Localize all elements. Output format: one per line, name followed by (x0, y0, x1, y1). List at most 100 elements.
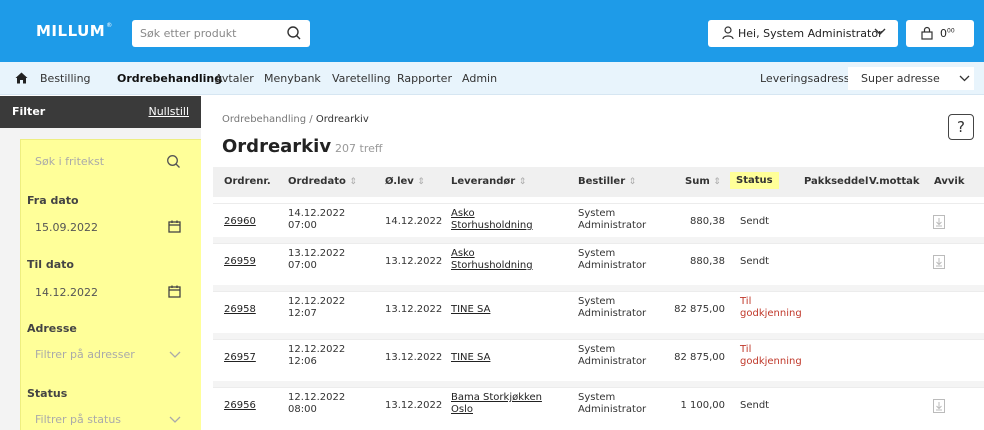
nav-item-ordrebehandling[interactable]: Ordrebehandling (117, 72, 222, 85)
supplier-link-line2[interactable]: Oslo (451, 404, 473, 416)
supplier-link[interactable]: TINE SA (451, 352, 490, 364)
order-status-line2: godkjenning (740, 356, 802, 367)
help-button[interactable]: ? (948, 114, 974, 140)
status-filter-label: Status (27, 387, 68, 400)
user-menu-button[interactable]: Hei, System Administrator (708, 20, 898, 47)
col-received: V.mottak (869, 176, 920, 187)
delivery-address-value: Super adresse (861, 72, 940, 85)
nav-item-admin[interactable]: Admin (462, 72, 497, 85)
deviation-document-icon[interactable] (933, 255, 945, 269)
supplier-link[interactable]: TINE SA (451, 304, 490, 316)
calendar-icon[interactable] (168, 285, 181, 298)
search-icon[interactable] (166, 154, 181, 169)
orderer-name: System (578, 296, 616, 307)
delivery-address-label: Leveringsadresse (760, 72, 857, 85)
table-row[interactable]: 26956 12.12.2022 08:00 13.12.2022 Bama Stork… (213, 387, 984, 423)
calendar-icon[interactable] (168, 220, 181, 233)
order-status-line2: godkjenning (740, 308, 802, 319)
freetext-search-input[interactable]: Søk i fritekst (27, 148, 189, 174)
product-search-input[interactable]: Søk etter produkt (132, 20, 310, 47)
filter-header: Filter Nullstill (0, 96, 201, 128)
orderer-name-line2: Administrator (578, 356, 647, 367)
page-title: Ordrearkiv 207 treff (222, 136, 383, 157)
result-count: 207 treff (335, 142, 383, 155)
deviation-document-icon[interactable] (933, 399, 945, 413)
table-header: Ordrenr. Ordredato ⇕ Ø.lev ⇕ Leverandør … (213, 167, 984, 197)
nav-item-avtaler[interactable]: Avtaler (215, 72, 254, 85)
chevron-down-icon (874, 28, 886, 35)
orderer-name-line2: Administrator (578, 404, 647, 415)
col-supplier[interactable]: Leverandør ⇕ (451, 176, 526, 187)
col-orderdate[interactable]: Ordredato ⇕ (288, 176, 357, 187)
order-status: Sendt (740, 256, 770, 267)
order-number-link[interactable]: 26956 (224, 400, 256, 412)
orderer-name: System (578, 208, 616, 219)
breadcrumb-separator: / (306, 114, 316, 125)
order-time: 08:00 (288, 404, 317, 415)
table-row[interactable]: 26958 12.12.2022 12:07 13.12.2022 TINE SA Sys… (213, 291, 984, 327)
table-row[interactable]: 26959 13.12.2022 07:00 13.12.2022 Asko Storhu… (213, 243, 984, 279)
orderer-name-line2: Administrator (578, 308, 647, 319)
nav-item-bestilling[interactable]: Bestilling (40, 72, 91, 85)
order-sum: 880,38 (690, 256, 725, 267)
status-filter-select[interactable]: Filtrer på status (27, 406, 189, 430)
order-status: Sendt (740, 216, 770, 227)
supplier-link[interactable]: Bama Storkjøkken (451, 392, 542, 404)
search-icon[interactable] (286, 25, 302, 41)
user-greeting: Hei, System Administrator (738, 27, 883, 40)
order-sum: 82 875,00 (674, 304, 725, 315)
delivery-date: 13.12.2022 (385, 304, 443, 315)
supplier-link-line2[interactable]: Storhusholdning (451, 220, 533, 232)
col-status[interactable]: Status (730, 172, 779, 189)
from-date-value: 15.09.2022 (35, 221, 98, 234)
order-number-link[interactable]: 26960 (224, 216, 256, 228)
logo[interactable]: MILLUM® (36, 22, 113, 40)
user-icon (722, 26, 734, 40)
order-number-link[interactable]: 26959 (224, 256, 256, 268)
col-deviation: Avvik (934, 176, 965, 187)
order-time: 07:00 (288, 220, 317, 231)
order-number-link[interactable]: 26958 (224, 304, 256, 316)
orderer-name: System (578, 344, 616, 355)
table-row[interactable]: 26960 14.12.2022 07:00 14.12.2022 Asko Storhu… (213, 203, 984, 239)
reset-filter-link[interactable]: Nullstill (148, 105, 189, 118)
supplier-link-line2[interactable]: Storhusholdning (451, 260, 533, 272)
address-filter-select[interactable]: Filtrer på adresser (27, 341, 189, 367)
address-filter-placeholder: Filtrer på adresser (35, 348, 135, 361)
order-status: Sendt (740, 400, 770, 411)
order-status: Til (740, 344, 752, 355)
order-status: Til (740, 296, 752, 307)
to-date-input[interactable]: 14.12.2022 (27, 279, 189, 305)
top-bar: MILLUM® Søk etter produkt Hei, System Ad… (0, 0, 984, 62)
breadcrumb-parent[interactable]: Ordrebehandling (222, 114, 306, 125)
to-date-label: Til dato (27, 258, 74, 271)
supplier-link[interactable]: Asko (451, 208, 475, 220)
order-sum: 880,38 (690, 216, 725, 227)
col-ordernr[interactable]: Ordrenr. (224, 176, 271, 187)
deviation-document-icon[interactable] (933, 215, 945, 229)
order-date: 14.12.2022 (288, 208, 346, 219)
cart-count: 000 (940, 27, 955, 40)
col-delivery[interactable]: Ø.lev ⇕ (385, 176, 425, 187)
nav-item-menybank[interactable]: Menybank (264, 72, 321, 85)
order-date: 12.12.2022 (288, 392, 346, 403)
orderer-name: System (578, 248, 616, 259)
supplier-link[interactable]: Asko (451, 248, 475, 260)
delivery-address-select[interactable]: Super adresse (848, 67, 974, 90)
order-sum: 82 875,00 (674, 352, 725, 363)
from-date-input[interactable]: 15.09.2022 (27, 214, 189, 240)
table-row[interactable]: 26957 12.12.2022 12:06 13.12.2022 TINE SA Sys… (213, 339, 984, 375)
delivery-date: 14.12.2022 (385, 216, 443, 227)
delivery-date: 13.12.2022 (385, 400, 443, 411)
orderer-name-line2: Administrator (578, 220, 647, 231)
col-orderer[interactable]: Bestiller ⇕ (578, 176, 636, 187)
delivery-date: 13.12.2022 (385, 352, 443, 363)
nav-item-rapporter[interactable]: Rapporter (397, 72, 452, 85)
order-time: 12:06 (288, 356, 317, 367)
nav-item-varetelling[interactable]: Varetelling (332, 72, 391, 85)
breadcrumb-current: Ordrearkiv (315, 114, 369, 125)
home-icon[interactable] (15, 72, 28, 84)
col-sum[interactable]: Sum ⇕ (685, 176, 721, 187)
order-number-link[interactable]: 26957 (224, 352, 256, 364)
cart-button[interactable]: 000 (906, 20, 974, 47)
